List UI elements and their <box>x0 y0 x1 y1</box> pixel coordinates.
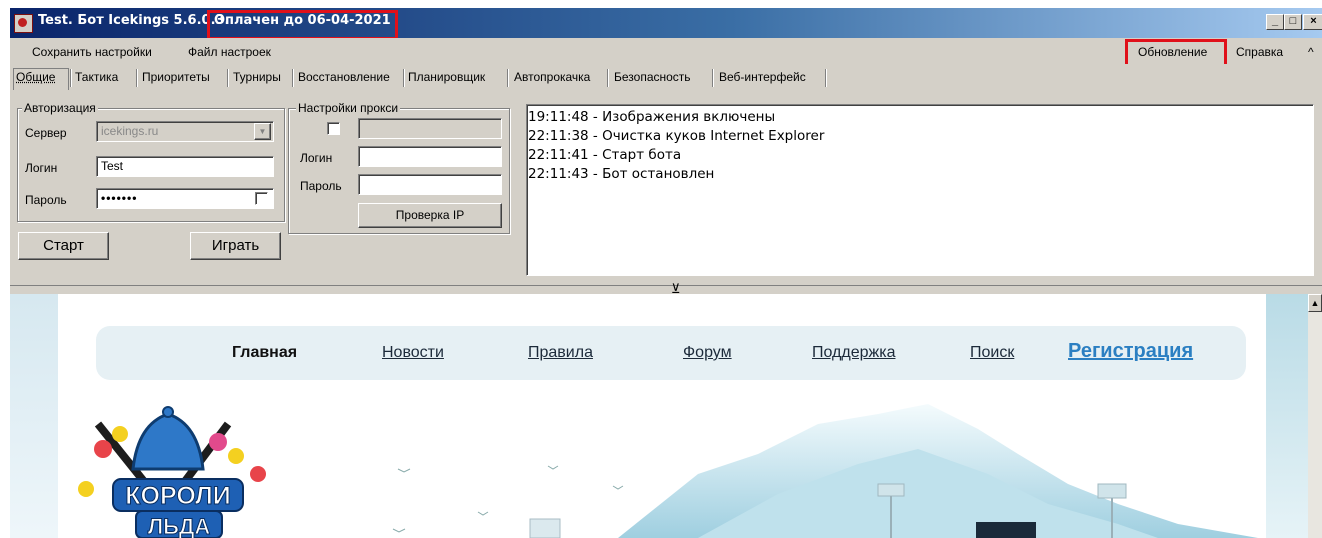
logo-subtitle: ЛЬДА <box>148 514 211 538</box>
site-banner: КОРОЛИ ЛЬДА <box>78 404 1258 538</box>
play-button[interactable]: Играть <box>190 232 281 260</box>
nav-support[interactable]: Поддержка <box>812 344 895 362</box>
log-line: 22:11:41 - Старт бота <box>528 147 682 163</box>
login-field[interactable]: Test <box>96 156 274 177</box>
auth-legend: Авторизация <box>22 101 98 115</box>
tab-security[interactable]: Безопасность <box>614 70 691 84</box>
stadium-light <box>1097 483 1127 499</box>
tab-scheduler[interactable]: Планировщик <box>408 70 485 84</box>
tab-autolevel[interactable]: Автопрокачка <box>514 70 590 84</box>
stadium-light <box>529 518 561 538</box>
log-line: 19:11:48 - Изображения включены <box>528 109 776 125</box>
proxy-enable-checkbox[interactable] <box>327 122 340 135</box>
nav-news[interactable]: Новости <box>382 344 444 362</box>
stadium-light <box>877 483 905 497</box>
app-icon[interactable] <box>14 14 33 33</box>
crown-gem <box>162 406 174 418</box>
menu-save-settings[interactable]: Сохранить настройки <box>32 45 152 59</box>
tab-separator <box>403 69 405 87</box>
proxy-address-field[interactable] <box>358 118 502 139</box>
tab-recovery[interactable]: Восстановление <box>298 70 390 84</box>
tab-separator <box>227 69 229 87</box>
proxy-password-label: Пароль <box>300 179 342 193</box>
show-password-checkbox[interactable] <box>255 192 268 205</box>
tulip-flower <box>78 481 94 497</box>
server-dropdown-chevron-icon[interactable]: ▼ <box>254 123 271 140</box>
tulip-flower <box>112 426 128 442</box>
minimize-button[interactable]: _ <box>1266 14 1284 30</box>
tab-separator <box>507 69 509 87</box>
tab-separator <box>825 69 827 87</box>
tulip-flower <box>94 440 112 458</box>
menu-settings-file[interactable]: Файл настроек <box>188 45 271 59</box>
site-left-backdrop <box>10 294 58 538</box>
nav-rules[interactable]: Правила <box>528 344 593 362</box>
nav-forum[interactable]: Форум <box>683 344 732 362</box>
password-label: Пароль <box>25 193 67 207</box>
tulip-flower <box>250 466 266 482</box>
window-title: Test. Бот Icekings 5.6.0.3. <box>38 13 230 28</box>
menu-overflow-icon[interactable]: ^ <box>1308 45 1314 59</box>
bird-shape <box>612 485 624 490</box>
tab-tournaments[interactable]: Турниры <box>233 70 281 84</box>
log-line: 22:11:43 - Бот остановлен <box>528 166 715 182</box>
tab-separator <box>70 69 72 87</box>
nav-register[interactable]: Регистрация <box>1068 340 1193 363</box>
close-button[interactable]: × <box>1303 14 1322 30</box>
nav-home[interactable]: Главная <box>232 344 297 362</box>
proxy-login-field[interactable] <box>358 146 502 167</box>
tab-separator <box>607 69 609 87</box>
maximize-button[interactable]: □ <box>1284 14 1302 30</box>
tab-separator <box>292 69 294 87</box>
site-logo[interactable]: КОРОЛИ ЛЬДА <box>78 406 266 538</box>
tab-general[interactable]: Общие <box>16 70 55 84</box>
server-select[interactable]: icekings.ru <box>96 121 274 142</box>
tab-separator <box>712 69 714 87</box>
log-line: 22:11:38 - Очистка куков Internet Explor… <box>528 128 825 144</box>
nav-search[interactable]: Поиск <box>970 344 1014 362</box>
bird-shape <box>477 511 489 516</box>
tab-web-interface[interactable]: Веб-интерфейс <box>719 70 806 84</box>
crown-shape <box>131 412 205 471</box>
check-ip-button[interactable]: Проверка IP <box>358 203 502 228</box>
site-right-backdrop <box>1266 294 1308 538</box>
tulip-flower <box>228 448 244 464</box>
password-field[interactable]: ••••••• <box>96 188 274 209</box>
proxy-login-label: Логин <box>300 151 333 165</box>
start-button[interactable]: Старт <box>18 232 109 260</box>
menu-help[interactable]: Справка <box>1236 45 1283 59</box>
bird-shape <box>397 468 411 473</box>
logo-title: КОРОЛИ <box>125 482 230 510</box>
tab-separator <box>136 69 138 87</box>
tulip-flower <box>209 433 227 451</box>
bird-shape <box>547 465 559 470</box>
proxy-password-field[interactable] <box>358 174 502 195</box>
tab-priorities[interactable]: Приоритеты <box>142 70 210 84</box>
scroll-up-arrow-icon[interactable]: ▲ <box>1308 294 1322 312</box>
browser-scrollbar[interactable] <box>1308 294 1322 538</box>
bird-shape <box>392 528 406 533</box>
splitter-line <box>10 285 1322 286</box>
login-label: Логин <box>25 161 58 175</box>
tab-tactics[interactable]: Тактика <box>75 70 118 84</box>
log-textarea[interactable]: 19:11:48 - Изображения включены 22:11:38… <box>526 104 1314 276</box>
paid-status: Оплачен до 06-04-2021 <box>214 13 391 28</box>
scoreboard <box>976 522 1036 538</box>
proxy-legend: Настройки прокси <box>296 101 401 115</box>
server-label: Сервер <box>25 126 67 140</box>
menu-update[interactable]: Обновление <box>1138 45 1207 59</box>
